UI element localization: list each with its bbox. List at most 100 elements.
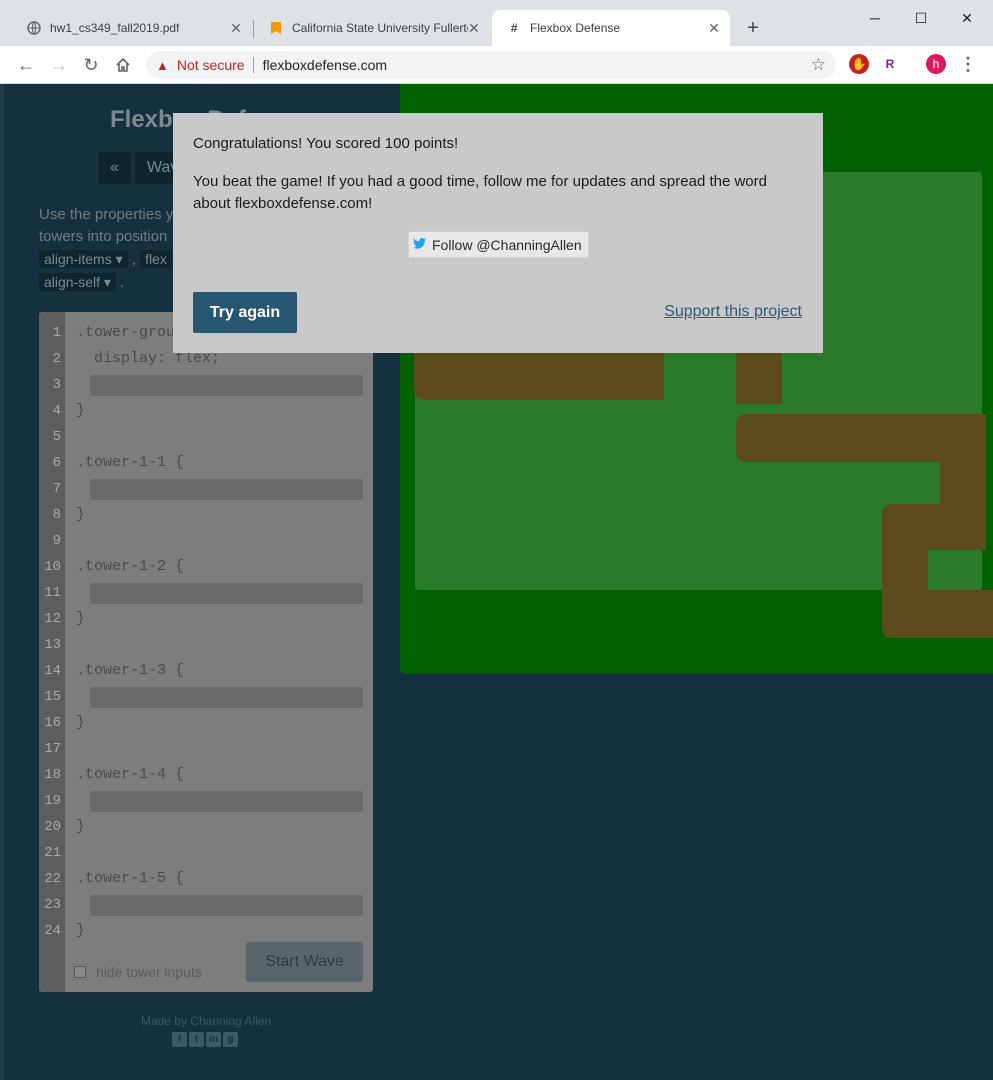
- tower-css-input[interactable]: [90, 687, 363, 708]
- tower-css-input[interactable]: [90, 895, 363, 916]
- close-icon[interactable]: ✕: [706, 20, 722, 36]
- maximize-button[interactable]: ☐: [906, 6, 936, 30]
- back-arrow-icon[interactable]: ←: [14, 53, 38, 77]
- hide-inputs-label: hide tower inputs: [96, 964, 202, 980]
- instructions-text: towers into position: [39, 228, 168, 245]
- editor-line: 14 .tower-1-3 {: [39, 658, 373, 684]
- code-text: .tower-1-5 {: [76, 870, 185, 887]
- social-links: f t in g: [172, 1032, 238, 1047]
- property-pill-flex[interactable]: flex: [140, 250, 172, 268]
- game-complete-modal: Congratulations! You scored 100 points! …: [173, 113, 823, 353]
- tab-pdf[interactable]: hw1_cs349_fall2019.pdf ✕: [12, 10, 252, 46]
- editor-line: 17: [39, 736, 373, 762]
- line-number: 3: [52, 377, 61, 393]
- adblock-extension-icon[interactable]: ✋: [849, 54, 869, 74]
- editor-line: 16}: [39, 710, 373, 736]
- line-number: 11: [44, 585, 61, 601]
- checkbox[interactable]: [74, 966, 86, 978]
- new-tab-button[interactable]: +: [742, 17, 764, 39]
- url-text[interactable]: flexboxdefense.com: [263, 57, 388, 73]
- extension-r-icon[interactable]: R: [880, 54, 900, 74]
- tower-css-input[interactable]: [90, 375, 363, 396]
- line-number: 23: [44, 897, 61, 913]
- menu-kebab-icon[interactable]: ⋮: [958, 54, 978, 74]
- tab-label: Flexbox Defense: [530, 21, 621, 35]
- line-number: 19: [44, 793, 61, 809]
- profile-avatar[interactable]: h: [926, 54, 946, 74]
- line-number: 13: [44, 637, 61, 653]
- tower-css-input[interactable]: [90, 791, 363, 812]
- start-wave-button[interactable]: Start Wave: [246, 942, 363, 982]
- line-number: 8: [52, 507, 61, 523]
- line-number: 22: [44, 871, 61, 887]
- code-text: .tower-1-4 {: [76, 766, 185, 783]
- comma: ,: [131, 251, 136, 268]
- close-icon[interactable]: ✕: [228, 20, 244, 36]
- credits: Made by Channing Allen: [140, 1014, 272, 1028]
- warning-icon: ▲: [156, 57, 169, 73]
- try-again-button[interactable]: Try again: [193, 292, 297, 333]
- code-text: }: [76, 818, 86, 835]
- property-pill-align-items[interactable]: align-items ▾: [39, 250, 128, 268]
- home-icon[interactable]: [111, 53, 135, 77]
- globe-icon: [26, 20, 42, 36]
- prev-wave-button[interactable]: «: [98, 152, 131, 184]
- line-number: 5: [52, 429, 61, 445]
- follow-twitter-button[interactable]: Follow @ChanningAllen: [408, 231, 589, 258]
- github-icon[interactable]: g: [223, 1032, 238, 1047]
- line-number: 15: [44, 689, 61, 705]
- editor-line: 9: [39, 528, 373, 554]
- editor-line: 21: [39, 840, 373, 866]
- line-number: 10: [44, 559, 61, 575]
- bookmark-icon: [268, 20, 284, 36]
- address-bar[interactable]: ▲ Not secure flexboxdefense.com ☆: [146, 51, 836, 79]
- line-number: 1: [52, 325, 61, 341]
- tab-flexbox-defense[interactable]: # Flexbox Defense ✕: [492, 10, 730, 46]
- period: .: [120, 274, 125, 291]
- line-number: 18: [44, 767, 61, 783]
- editor-line: 23: [39, 892, 373, 918]
- tab-csuf[interactable]: California State University Fullerto ✕: [254, 10, 490, 46]
- minimize-button[interactable]: ─: [860, 6, 890, 30]
- line-number: 24: [44, 923, 61, 939]
- code-text: }: [76, 610, 86, 627]
- editor-line: 10 .tower-1-2 {: [39, 554, 373, 580]
- line-number: 14: [44, 663, 61, 679]
- line-number: 6: [52, 455, 61, 471]
- facebook-icon[interactable]: f: [172, 1032, 187, 1047]
- twitter-icon[interactable]: t: [189, 1032, 204, 1047]
- hash-icon: #: [510, 21, 518, 35]
- code-text: .tower-group: [76, 324, 185, 341]
- enemy-path: [882, 590, 993, 638]
- hide-tower-inputs-toggle[interactable]: hide tower inputs: [74, 964, 202, 980]
- beat-game-message: You beat the game! If you had a good tim…: [193, 173, 767, 212]
- line-number: 2: [52, 351, 61, 367]
- editor-line: 7: [39, 476, 373, 502]
- line-number: 12: [44, 611, 61, 627]
- omnibox-divider: [252, 57, 254, 73]
- forward-arrow-icon[interactable]: →: [47, 53, 71, 77]
- tower-css-input[interactable]: [90, 479, 363, 500]
- code-text: .tower-1-3 {: [76, 662, 185, 679]
- code-text: }: [76, 402, 86, 419]
- linkedin-icon[interactable]: in: [206, 1032, 221, 1047]
- bookmark-star-icon[interactable]: ☆: [811, 55, 826, 75]
- line-number: 7: [52, 481, 61, 497]
- code-text: .tower-1-1 {: [76, 454, 185, 471]
- line-number: 9: [52, 533, 61, 549]
- editor-line: 8}: [39, 502, 373, 528]
- reload-icon[interactable]: ↻: [79, 53, 103, 77]
- support-project-link[interactable]: Support this project: [664, 303, 802, 321]
- tower-css-input[interactable]: [90, 583, 363, 604]
- editor-line: 3: [39, 372, 373, 398]
- editor-line: 20}: [39, 814, 373, 840]
- code-editor: 1 .tower-group 2 display: flex; 3 4} 5 6 .tower…: [39, 312, 373, 992]
- editor-line: 15: [39, 684, 373, 710]
- property-pill-align-self[interactable]: align-self ▾: [39, 273, 116, 291]
- editor-line: 4}: [39, 398, 373, 424]
- browser-tab-bar: hw1_cs349_fall2019.pdf ✕ California Stat…: [0, 0, 993, 46]
- line-number: 4: [52, 403, 61, 419]
- close-icon[interactable]: ✕: [466, 20, 482, 36]
- close-window-button[interactable]: ✕: [952, 6, 982, 30]
- security-label[interactable]: Not secure: [177, 57, 245, 73]
